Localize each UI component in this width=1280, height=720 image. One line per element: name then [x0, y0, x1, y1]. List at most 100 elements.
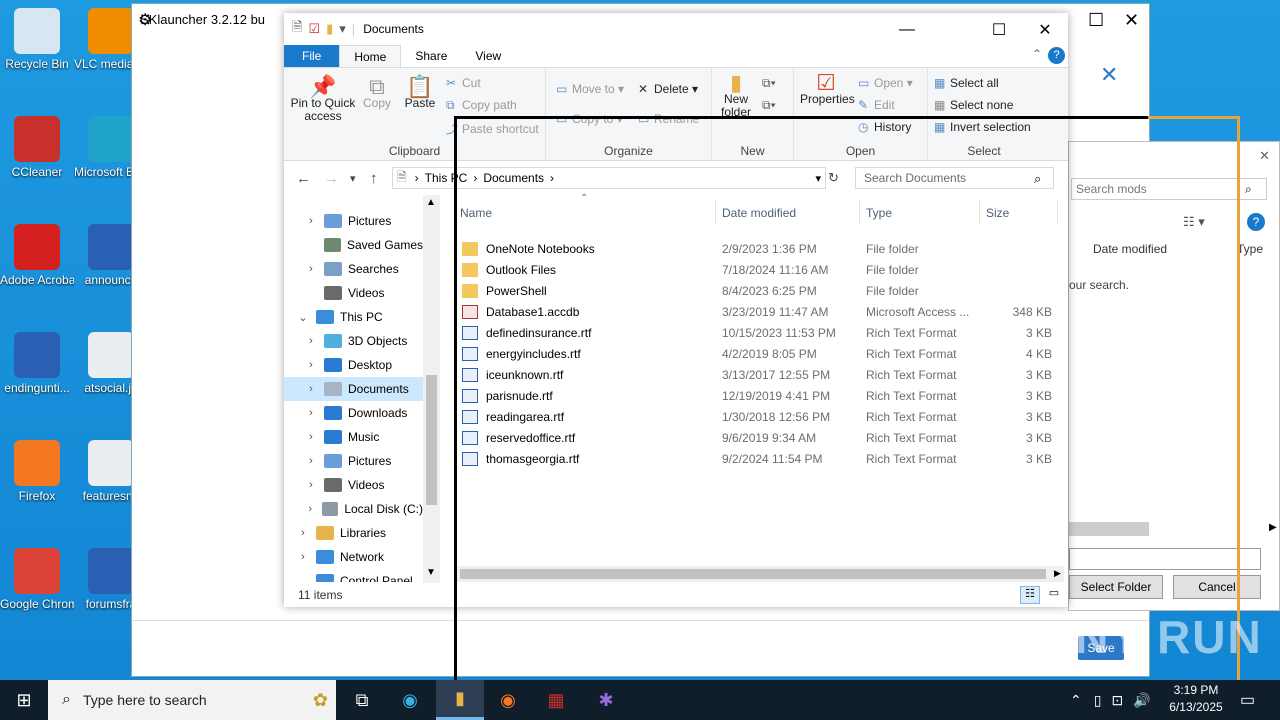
nav-item[interactable]: › Libraries [284, 521, 423, 545]
invert-selection-button[interactable]: ▦ Invert selection [934, 120, 1031, 134]
chevron-right-icon[interactable]: › [304, 479, 318, 491]
taskbar-search-box[interactable]: ⌕ Type here to search ✿ [48, 680, 336, 720]
new-item-icon[interactable]: ⧉▾ [762, 76, 776, 91]
file-explorer-taskbar-icon[interactable]: ▮ [436, 680, 484, 720]
scroll-up-icon[interactable]: ▲ [426, 197, 436, 208]
winrar-taskbar-icon[interactable]: ▦ [532, 680, 580, 720]
rename-button[interactable]: ▭ Rename [638, 112, 699, 126]
volume-icon[interactable]: 🔊 [1133, 692, 1150, 709]
select-folder-button[interactable]: Select Folder [1069, 575, 1163, 599]
select-none-button[interactable]: ▦ Select none [934, 98, 1013, 112]
nav-item[interactable]: › Videos [284, 473, 423, 497]
tab-view[interactable]: View [461, 45, 515, 67]
view-options-icon[interactable]: ☷ ▾ [1183, 214, 1205, 230]
tab-file[interactable]: File [284, 45, 340, 67]
firefox-taskbar-icon[interactable]: ◉ [484, 680, 532, 720]
properties-quick-icon[interactable]: ☑ [308, 21, 320, 37]
chevron-right-icon[interactable]: › [304, 503, 316, 515]
cut-button[interactable]: ✂ Cut [446, 76, 481, 90]
column-header-date-modified[interactable]: Date modified [1093, 242, 1167, 256]
paste-button[interactable]: 📋 Paste [400, 76, 440, 110]
scroll-right-icon[interactable]: ▶ [1269, 522, 1277, 533]
nav-item[interactable]: › Pictures [284, 449, 423, 473]
desktop-icon[interactable]: Adobe Acrobat [0, 224, 74, 288]
refresh-icon[interactable]: ↻ [828, 170, 839, 186]
table-row[interactable]: thomasgeorgia.rtf 9/2/2024 11:54 PM Rich T… [454, 449, 1054, 470]
new-folder-button[interactable]: ▮ New folder [716, 72, 756, 119]
address-dropdown-icon[interactable]: ▾ [815, 172, 821, 185]
table-row[interactable]: readingarea.rtf 1/30/2018 12:56 PM Rich Te… [454, 407, 1054, 428]
desktop-icon[interactable]: CCleaner [0, 116, 74, 180]
nav-scrollbar[interactable]: ▲ ▼ [423, 195, 440, 583]
history-button[interactable]: ◷ History [858, 120, 911, 134]
help-icon[interactable]: ? [1048, 47, 1065, 64]
chevron-right-icon[interactable]: › [304, 359, 318, 371]
move-to-button[interactable]: ▭ Move to ▾ [556, 82, 624, 96]
nav-item[interactable]: ⌄ Control Panel [284, 569, 423, 582]
up-arrow-icon[interactable]: ↑ [370, 170, 378, 187]
breadcrumb[interactable]: 🗎 › This PC › Documents › ▾ [392, 167, 826, 189]
table-row[interactable]: energyincludes.rtf 4/2/2019 8:05 PM Rich T… [454, 344, 1054, 365]
network-icon[interactable]: ⊡ [1111, 692, 1123, 709]
tab-home[interactable]: Home [339, 45, 402, 67]
pin-to-quick-access-button[interactable]: 📌 Pin to Quick access [288, 76, 358, 123]
column-header-size[interactable]: Size [980, 201, 1058, 225]
chevron-right-icon[interactable]: › [304, 263, 318, 275]
search-icon[interactable]: ⌕ [1034, 171, 1041, 187]
chevron-right-icon[interactable]: › [296, 527, 310, 539]
search-documents-input[interactable]: Search Documents [855, 167, 1054, 189]
chevron-right-icon[interactable]: › [304, 407, 318, 419]
chevron-right-icon[interactable]: › [304, 455, 318, 467]
edge-taskbar-icon[interactable]: ◉ [386, 680, 434, 720]
nav-item[interactable]: › 3D Objects [284, 329, 423, 353]
search-mods-input[interactable]: Search mods [1071, 178, 1267, 200]
scroll-down-icon[interactable]: ▼ [426, 567, 436, 578]
nav-item[interactable]: › Desktop [284, 353, 423, 377]
chevron-right-icon[interactable]: › [296, 551, 310, 563]
new-folder-quick-icon[interactable]: ▮ [326, 21, 333, 37]
nav-item[interactable]: Saved Games [284, 233, 423, 257]
clock[interactable]: 3:19 PM 6/13/2025 [1160, 682, 1232, 716]
column-header-name[interactable]: Name [454, 201, 716, 225]
notification-icon[interactable]: ▭ [1240, 690, 1255, 710]
close-icon[interactable]: ✕ [1100, 62, 1118, 88]
chevron-down-icon[interactable]: ▾ [339, 21, 346, 37]
nav-item[interactable]: › Network [284, 545, 423, 569]
chevron-right-icon[interactable]: › [304, 431, 318, 443]
chevron-right-icon[interactable]: › [304, 215, 318, 227]
nav-item[interactable]: › Documents [284, 377, 423, 401]
chevron-down-icon[interactable]: ⌄ [296, 575, 310, 583]
table-row[interactable]: OneNote Notebooks 2/9/2023 1:36 PM File fo… [454, 239, 1054, 260]
nav-item[interactable]: › Searches [284, 257, 423, 281]
delete-button[interactable]: ✕ Delete ▾ [638, 82, 698, 96]
copy-to-button[interactable]: ▭ Copy to ▾ [556, 112, 623, 126]
desktop-icon[interactable]: Google Chrome [0, 548, 74, 612]
nav-item[interactable]: Videos [284, 281, 423, 305]
properties-button[interactable]: ☑ Properties [800, 72, 855, 106]
nav-item[interactable]: › Pictures [284, 209, 423, 233]
chevron-down-icon[interactable]: ▾ [350, 172, 356, 185]
nav-item[interactable]: › Music [284, 425, 423, 449]
column-header-type[interactable]: Type [860, 201, 980, 225]
close-icon[interactable]: ✕ [1124, 10, 1139, 31]
desktop-icon[interactable]: Firefox [0, 440, 74, 504]
table-row[interactable]: iceunknown.rtf 3/13/2017 12:55 PM Rich Tex… [454, 365, 1054, 386]
folder-name-field[interactable] [1069, 548, 1261, 570]
column-header-date-modified[interactable]: Date modified [716, 201, 860, 225]
nav-scroll-thumb[interactable] [426, 375, 437, 505]
nav-item[interactable]: ⌄ This PC [284, 305, 423, 329]
scrollbar[interactable] [1069, 522, 1149, 536]
nav-item[interactable]: › Local Disk (C:) [284, 497, 423, 521]
easy-access-icon[interactable]: ⧉▾ [762, 98, 776, 113]
details-view-icon[interactable]: ☷ [1020, 586, 1040, 604]
column-header-type[interactable]: Type [1237, 242, 1263, 256]
edit-button[interactable]: ✎ Edit [858, 98, 895, 112]
start-button[interactable]: ⊞ [0, 680, 48, 720]
help-icon[interactable]: ? [1247, 213, 1265, 231]
maximize-icon[interactable]: ☐ [976, 17, 1022, 43]
copy-button[interactable]: ⧉ Copy [360, 76, 394, 110]
chevron-right-icon[interactable]: › [304, 335, 318, 347]
table-row[interactable]: parisnude.rtf 12/19/2019 4:41 PM Rich Text… [454, 386, 1054, 407]
nav-item[interactable]: › Downloads [284, 401, 423, 425]
collapse-ribbon-icon[interactable]: ⌃ [1032, 47, 1042, 61]
